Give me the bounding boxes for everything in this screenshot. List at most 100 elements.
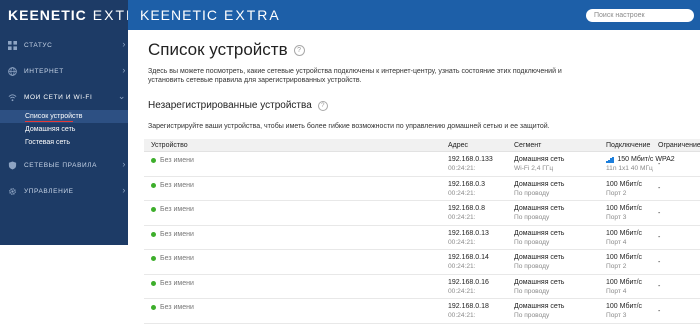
table-row[interactable]: Без имени 192.168.0.18 00:24:21: Домашняя с…: [144, 299, 700, 324]
online-status-icon: [151, 231, 156, 237]
device-name[interactable]: Без имени: [160, 157, 194, 164]
limit-cell: -: [654, 177, 700, 201]
chevron-right-icon: ›: [122, 159, 126, 169]
segment-medium: По проводу: [514, 287, 550, 295]
segment-name: Домашняя сеть: [514, 156, 565, 164]
segment-name: Домашняя сеть: [514, 254, 565, 262]
connection-speed: 100 Мбит/с: [606, 229, 643, 237]
ip-address: 192.168.0.13: [448, 229, 489, 237]
limit-value: -: [658, 160, 661, 168]
chevron-right-icon: ›: [122, 39, 126, 49]
address-cell: 192.168.0.18 00:24:21:: [442, 299, 509, 323]
segment-medium: По проводу: [514, 214, 550, 222]
sidebar-item-label: СЕТЕВЫЕ ПРАВИЛА: [24, 161, 98, 169]
ip-address: 192.168.0.133: [448, 156, 493, 164]
column-header-limit[interactable]: Ограничение: [654, 142, 700, 149]
connection-detail: Порт 2: [606, 263, 627, 271]
column-header-segment[interactable]: Сегмент: [509, 142, 600, 149]
device-cell: Без имени: [144, 226, 442, 250]
mac-address: 00:24:21:: [448, 189, 476, 197]
sidebar: KEENETIC EXTRA СТАТУС › ИНТЕРНЕТ › МОИ С…: [0, 0, 147, 245]
top-bar: KEENETIC EXTRA: [128, 0, 700, 30]
connection-speed: 100 Мбит/с: [606, 180, 643, 188]
help-icon[interactable]: ?: [293, 44, 305, 56]
wifi-icon: [8, 93, 17, 102]
online-status-icon: [151, 182, 156, 188]
topbar-brand-name: KEENETIC: [140, 7, 219, 23]
table-row[interactable]: Без имени 192.168.0.133 00:24:21: Домашняя …: [144, 152, 700, 177]
ip-address: 192.168.0.3: [448, 180, 485, 188]
main-panel: KEENETIC EXTRA Список устройств ? Здесь в…: [128, 0, 700, 330]
page-title: Список устройств ?: [148, 40, 305, 60]
sidebar-subitem-device-list[interactable]: Список устройств: [0, 110, 140, 123]
sidebar-item-label: ИНТЕРНЕТ: [24, 67, 64, 75]
column-header-address[interactable]: Адрес: [442, 142, 509, 149]
devices-table: Устройство Адрес Сегмент Подключение Огр…: [144, 139, 700, 324]
online-status-icon: [151, 158, 156, 163]
segment-name: Домашняя сеть: [514, 303, 565, 311]
sidebar-item-internet[interactable]: ИНТЕРНЕТ ›: [0, 58, 140, 84]
sidebar-logo[interactable]: KEENETIC EXTRA: [0, 0, 147, 30]
limit-cell: -: [654, 299, 700, 323]
help-icon[interactable]: ?: [317, 100, 328, 111]
table-header: Устройство Адрес Сегмент Подключение Огр…: [144, 139, 700, 152]
limit-value: -: [658, 209, 661, 217]
connection-detail: 11n 1x1 40 МГц: [606, 165, 653, 173]
segment-name: Домашняя сеть: [514, 205, 565, 213]
online-status-icon: [151, 256, 156, 261]
device-cell: Без имени: [144, 177, 442, 201]
mac-address: 00:24:21:: [448, 263, 476, 271]
connection-cell: 100 Мбит/с Порт 4: [600, 226, 654, 250]
sidebar-subitem-guest-network[interactable]: Гостевая сеть: [0, 136, 140, 149]
sidebar-subitem-home-network[interactable]: Домашняя сеть: [0, 123, 140, 136]
sidebar-item-label: УПРАВЛЕНИЕ: [24, 187, 74, 195]
segment-cell: Домашняя сеть По проводу: [509, 250, 600, 274]
mac-address: 00:24:21:: [448, 287, 476, 295]
segment-cell: Домашняя сеть По проводу: [509, 299, 600, 323]
section-title: Незарегистрированные устройства ?: [148, 100, 328, 111]
device-name[interactable]: Без имени: [160, 206, 194, 213]
limit-value: -: [658, 283, 661, 291]
device-name[interactable]: Без имени: [160, 280, 194, 287]
sidebar-subitem-label: Домашняя сеть: [25, 126, 76, 133]
search-input[interactable]: [586, 9, 694, 22]
device-name[interactable]: Без имени: [160, 231, 194, 238]
table-row[interactable]: Без имени 192.168.0.13 00:24:21: Домашняя с…: [144, 226, 700, 250]
column-header-device[interactable]: Устройство: [144, 142, 442, 149]
table-row[interactable]: Без имени 192.168.0.14 00:24:21: Домашняя с…: [144, 250, 700, 275]
sidebar-item-networks[interactable]: МОИ СЕТИ И WI-FI ⌄: [0, 84, 140, 110]
device-name[interactable]: Без имени: [160, 304, 194, 311]
segment-medium: По проводу: [514, 263, 550, 271]
device-name[interactable]: Без имени: [160, 255, 194, 262]
limit-cell: -: [654, 201, 700, 225]
table-row[interactable]: Без имени 192.168.0.16 00:24:21: Домашняя с…: [144, 275, 700, 299]
address-cell: 192.168.0.13 00:24:21:: [442, 226, 509, 250]
chevron-right-icon: ›: [122, 185, 126, 195]
connection-speed: 100 Мбит/с: [606, 278, 643, 286]
sidebar-item-label: СТАТУС: [24, 41, 53, 49]
ip-address: 192.168.0.14: [448, 254, 489, 262]
section-title-text: Незарегистрированные устройства: [148, 100, 312, 111]
sidebar-item-management[interactable]: УПРАВЛЕНИЕ ›: [0, 178, 140, 204]
address-cell: 192.168.0.14 00:24:21:: [442, 250, 509, 274]
connection-cell: 100 Мбит/с Порт 3: [600, 299, 654, 323]
address-cell: 192.168.0.133 00:24:21:: [442, 152, 509, 176]
device-cell: Без имени: [144, 201, 442, 225]
sidebar-subitem-label: Список устройств: [25, 113, 83, 120]
mac-address: 00:24:21:: [448, 312, 476, 320]
table-row[interactable]: Без имени 192.168.0.3 00:24:21: Домашняя се…: [144, 177, 700, 201]
limit-value: -: [658, 307, 661, 315]
segment-medium: По проводу: [514, 312, 550, 320]
column-header-connection[interactable]: Подключение: [600, 142, 654, 149]
device-cell: Без имени: [144, 299, 442, 323]
connection-cell: 100 Мбит/с Порт 2: [600, 250, 654, 274]
sidebar-item-status[interactable]: СТАТУС ›: [0, 32, 140, 58]
section-note: Зарегистрируйте ваши устройства, чтобы и…: [148, 123, 550, 130]
connection-speed: 100 Мбит/с: [606, 254, 643, 262]
sidebar-item-network-rules[interactable]: СЕТЕВЫЕ ПРАВИЛА ›: [0, 152, 140, 178]
connection-speed: 100 Мбит/с: [606, 303, 643, 311]
mac-address: 00:24:21:: [448, 238, 476, 246]
ip-address: 192.168.0.16: [448, 278, 489, 286]
device-name[interactable]: Без имени: [160, 182, 194, 189]
table-row[interactable]: Без имени 192.168.0.8 00:24:21: Домашняя се…: [144, 201, 700, 226]
